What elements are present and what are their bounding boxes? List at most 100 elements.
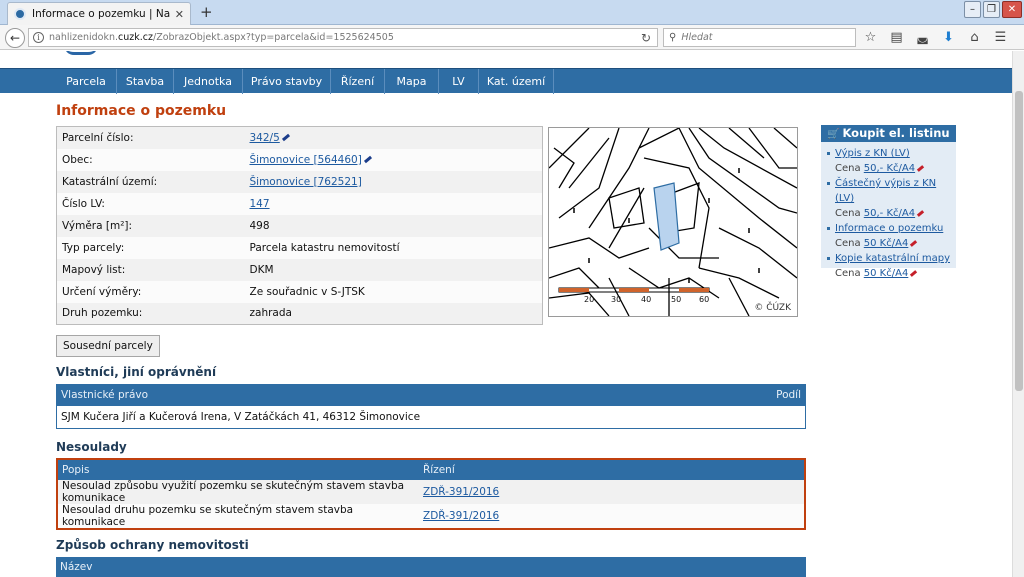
- list-item: Částečný výpis z KN (LV) Cena 50,- Kč/A4: [827, 176, 956, 221]
- close-tab-icon[interactable]: ✕: [175, 8, 184, 21]
- table-row: Typ parcely: Parcela katastru nemovitost…: [56, 236, 543, 259]
- table-row: Nesoulad druhu pozemku se skutečným stav…: [57, 504, 805, 529]
- map-copyright: © ČÚZK: [754, 303, 791, 313]
- lv-number-link[interactable]: 147: [250, 198, 270, 210]
- pencil-edit-icon[interactable]: [281, 134, 290, 142]
- property-label: Určení výměry:: [56, 280, 245, 303]
- pencil-icon: [916, 164, 925, 172]
- parcel-number-link[interactable]: 342/5: [250, 132, 280, 144]
- property-value: Ze souřadnic v S-JTSK: [244, 280, 543, 303]
- site-info-icon[interactable]: i: [33, 32, 44, 43]
- pencil-edit-icon[interactable]: [363, 155, 372, 164]
- page-title: Informace o pozemku: [56, 103, 227, 119]
- buy-lv-extract-link[interactable]: Výpis z KN (LV): [835, 148, 910, 159]
- page-scrollbar[interactable]: [1012, 51, 1024, 577]
- price-link[interactable]: 50 Kč/A4: [864, 238, 909, 249]
- neighbor-parcels-button[interactable]: Sousední parcely: [56, 335, 160, 357]
- reload-icon[interactable]: ↻: [641, 31, 651, 45]
- browser-navbar: ← i nahlizenidokn.cuzk.cz/ZobrazObjekt.a…: [0, 25, 1024, 50]
- minimize-icon[interactable]: –: [964, 1, 981, 18]
- search-icon: ⚲: [669, 32, 677, 43]
- price-link[interactable]: 50,- Kč/A4: [864, 208, 915, 219]
- map-scale-label: 40: [641, 295, 651, 304]
- new-tab-icon[interactable]: +: [200, 3, 213, 21]
- parcel-properties-table: Parcelní číslo: 342/5 Obec: Šimonovice […: [56, 126, 543, 325]
- address-bar[interactable]: i nahlizenidokn.cuzk.cz/ZobrazObjekt.asp…: [28, 28, 658, 47]
- column-header: Řízení: [419, 459, 805, 480]
- column-header: Vlastnické právo: [56, 384, 606, 406]
- menu-item-stavba[interactable]: Stavba: [117, 69, 174, 94]
- pencil-icon: [910, 269, 918, 277]
- menu-item-parcela[interactable]: Parcela: [56, 69, 117, 94]
- table-row: Nesoulad způsobu využití pozemku se skut…: [57, 480, 805, 504]
- municipality-link[interactable]: Šimonovice [564460]: [250, 154, 362, 166]
- reading-list-icon[interactable]: ▤: [888, 29, 905, 46]
- cadastral-area-link[interactable]: Šimonovice [762521]: [250, 176, 362, 188]
- cadastral-map-drawing: 20 30 40 50 60: [548, 127, 798, 317]
- property-label: Výměra [m²]:: [56, 214, 245, 237]
- menu-item-jednotka[interactable]: Jednotka: [174, 69, 243, 94]
- bookmark-star-icon[interactable]: ☆: [862, 29, 879, 46]
- buy-partial-extract-link[interactable]: Částečný výpis z KN (LV): [835, 178, 936, 204]
- scrollbar-thumb[interactable]: [1015, 91, 1023, 391]
- property-value: zahrada: [244, 302, 543, 325]
- property-value: 498: [244, 214, 543, 237]
- table-row: Určení výměry: Ze souřadnic v S-JTSK: [56, 280, 543, 303]
- map-scale-label: 50: [671, 295, 681, 304]
- price-link[interactable]: 50,- Kč/A4: [864, 163, 915, 174]
- protection-table-header: Název: [56, 557, 806, 577]
- conflict-proceeding: ZDŘ-391/2016: [419, 504, 805, 529]
- pocket-icon[interactable]: ◛: [914, 29, 931, 46]
- property-label: Parcelní číslo:: [56, 126, 245, 149]
- table-row: Číslo LV: 147: [56, 192, 543, 215]
- menu-hamburger-icon[interactable]: ☰: [992, 29, 1009, 46]
- column-header: Popis: [57, 459, 419, 480]
- table-row: Katastrální území: Šimonovice [762521]: [56, 170, 543, 193]
- download-icon[interactable]: ⬇: [940, 29, 957, 46]
- conflict-description: Nesoulad způsobu využití pozemku se skut…: [57, 480, 419, 504]
- property-value: 342/5: [244, 126, 543, 149]
- protection-heading: Způsob ochrany nemovitosti: [56, 538, 249, 552]
- cart-icon: 🛒: [827, 129, 840, 140]
- buy-parcel-info-link[interactable]: Informace o pozemku: [835, 223, 943, 234]
- search-input[interactable]: ⚲ Hledat: [663, 28, 856, 47]
- menu-item-rizeni[interactable]: Řízení: [331, 69, 385, 94]
- home-icon[interactable]: ⌂: [966, 29, 983, 46]
- cuzk-logo-icon: [64, 51, 98, 55]
- proceeding-link[interactable]: ZDŘ-391/2016: [423, 510, 499, 522]
- url-text: nahlizenidokn.cuzk.cz/ZobrazObjekt.aspx?…: [49, 32, 394, 43]
- back-arrow-icon[interactable]: ←: [5, 28, 25, 48]
- list-item: Informace o pozemku Cena 50 Kč/A4: [827, 221, 956, 251]
- list-item: Kopie katastrální mapy Cena 50 Kč/A4: [827, 251, 956, 281]
- buy-document-list: Výpis z KN (LV) Cena 50,- Kč/A4 Částečný…: [821, 142, 956, 281]
- buy-document-box: 🛒 Koupit el. listinu Výpis z KN (LV) Cena…: [821, 125, 956, 279]
- column-header: Podíl: [605, 384, 806, 406]
- map-scale-label: 60: [699, 295, 709, 304]
- menu-item-lv[interactable]: LV: [439, 69, 479, 94]
- page-content: Parcela Stavba Jednotka Právo stavby Říz…: [0, 51, 1012, 577]
- property-value: Šimonovice [762521]: [244, 170, 543, 193]
- menu-item-kat-uzemi[interactable]: Kat. území: [479, 69, 554, 94]
- price-link[interactable]: 50 Kč/A4: [864, 268, 909, 279]
- owners-heading: Vlastníci, jiní oprávnění: [56, 365, 217, 379]
- property-value: Parcela katastru nemovitostí: [244, 236, 543, 259]
- table-row: Mapový list: DKM: [56, 258, 543, 281]
- menu-item-mapa[interactable]: Mapa: [385, 69, 439, 94]
- menu-item-pravo-stavby[interactable]: Právo stavby: [243, 69, 331, 94]
- table-row: Obec: Šimonovice [564460]: [56, 148, 543, 171]
- cadastral-map-thumbnail[interactable]: 20 30 40 50 60 © ČÚZK: [548, 127, 798, 317]
- table-row: SJM Kučera Jiří a Kučerová Irena, V Zatá…: [56, 405, 806, 429]
- table-header-row: Vlastnické právo Podíl: [56, 384, 806, 406]
- buy-map-copy-link[interactable]: Kopie katastrální mapy: [835, 253, 950, 264]
- conflicts-heading: Nesoulady: [56, 440, 127, 454]
- browser-titlebar: Informace o pozemku | Nahlí ✕ + – ❐ ✕: [0, 0, 1024, 25]
- property-value: 147: [244, 192, 543, 215]
- table-row: Výměra [m²]: 498: [56, 214, 543, 237]
- property-value: Šimonovice [564460]: [244, 148, 543, 171]
- proceeding-link[interactable]: ZDŘ-391/2016: [423, 486, 499, 498]
- property-label: Obec:: [56, 148, 245, 171]
- owner-cell: SJM Kučera Jiří a Kučerová Irena, V Zatá…: [56, 405, 806, 429]
- close-window-icon[interactable]: ✕: [1002, 1, 1022, 18]
- browser-tab[interactable]: Informace o pozemku | Nahlí ✕: [7, 2, 191, 25]
- restore-icon[interactable]: ❐: [983, 1, 1000, 18]
